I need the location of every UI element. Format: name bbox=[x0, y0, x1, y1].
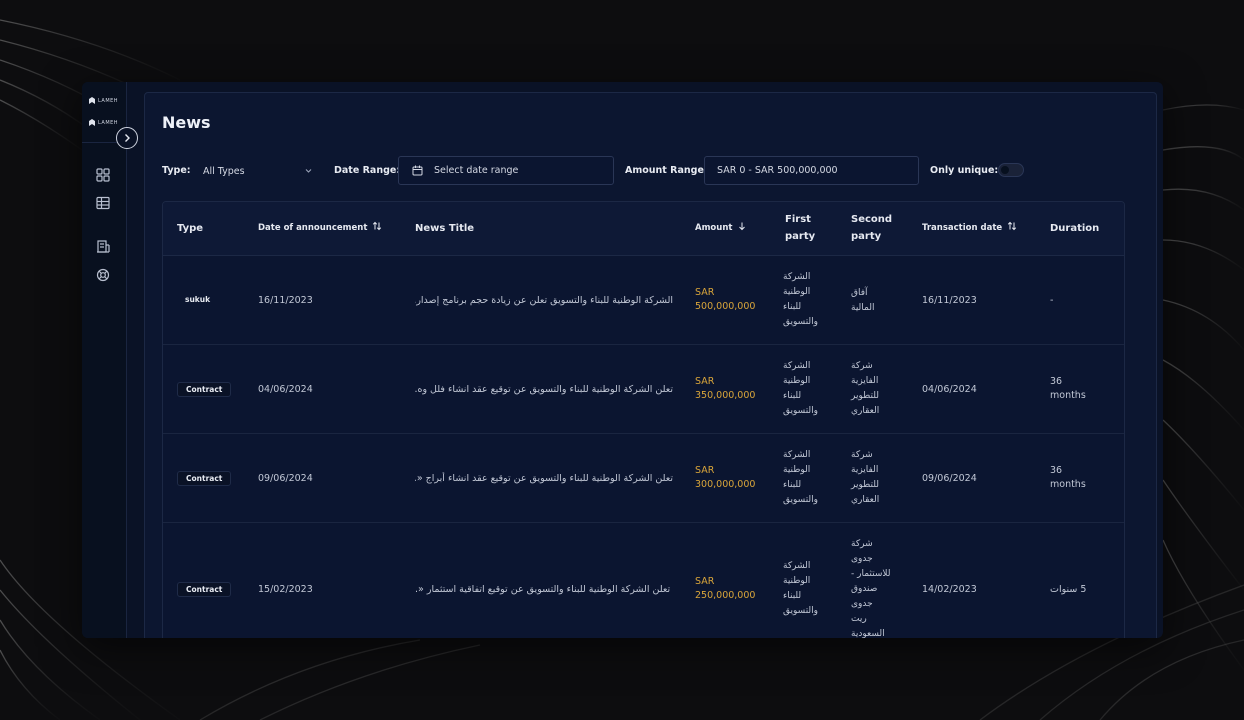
support-icon[interactable] bbox=[96, 268, 110, 282]
amount-range-value: SAR 0 - SAR 500,000,000 bbox=[717, 165, 838, 176]
amount-number: 250,000,000 bbox=[695, 590, 756, 601]
amount-range-label: Amount Range: bbox=[625, 165, 708, 176]
duration: 5 سنوات bbox=[1050, 584, 1087, 595]
column-header-transaction-date[interactable]: Transaction date bbox=[922, 220, 1017, 237]
table-icon[interactable] bbox=[96, 196, 110, 210]
amount-number: 300,000,000 bbox=[695, 479, 756, 490]
amount-number: 500,000,000 bbox=[695, 301, 756, 312]
column-header-date[interactable]: Date of announcement bbox=[258, 220, 382, 237]
date-range-placeholder: Select date range bbox=[434, 165, 519, 176]
type-badge: sukuk bbox=[185, 295, 211, 304]
first-party: الشركة الوطنية للبناء والتسويق bbox=[783, 561, 818, 616]
news-title[interactable]: تعلن الشركة الوطنية للبناء والتسويق عن ت… bbox=[415, 583, 673, 597]
calendar-icon bbox=[412, 165, 423, 176]
news-title[interactable]: الشركة الوطنية للبناء والتسويق تعلن عن ز… bbox=[415, 294, 673, 308]
amount-value: SAR 300,000,000 bbox=[695, 464, 755, 492]
building-icon[interactable] bbox=[96, 239, 110, 253]
type-badge: Contract bbox=[177, 382, 232, 397]
column-header-label: Duration bbox=[1050, 223, 1100, 234]
amount-currency: SAR bbox=[695, 465, 715, 476]
first-party: الشركة الوطنية للبناء والتسويق bbox=[783, 450, 818, 505]
column-header-amount[interactable]: Amount bbox=[695, 220, 747, 237]
column-header-duration[interactable]: Duration bbox=[1050, 220, 1099, 237]
page-title: News bbox=[162, 113, 211, 132]
column-header-label: Date of announcement bbox=[258, 223, 368, 233]
brand-logo-secondary[interactable]: LAMEH bbox=[89, 119, 118, 126]
brand-name: LAMEH bbox=[98, 97, 119, 104]
table-header: Type Date of announcement News Title Amo… bbox=[163, 202, 1124, 256]
news-table: Type Date of announcement News Title Amo… bbox=[162, 201, 1125, 638]
amount-range-input[interactable]: SAR 0 - SAR 500,000,000 bbox=[704, 156, 919, 185]
second-party: آفاق المالية bbox=[851, 288, 875, 313]
announcement-date: 09/06/2024 bbox=[258, 473, 313, 484]
column-header-label: Second party bbox=[851, 214, 893, 242]
brand-logo[interactable]: LAMEH bbox=[89, 97, 118, 104]
table-row[interactable]: sukuk 16/11/2023 الشركة الوطنية للبناء و… bbox=[163, 256, 1124, 345]
type-badge: Contract bbox=[177, 471, 232, 486]
column-header-label: News Title bbox=[415, 223, 475, 234]
dashboard-icon[interactable] bbox=[96, 168, 110, 182]
sidebar-collapse-button[interactable] bbox=[116, 127, 138, 149]
table-row[interactable]: Contract 09/06/2024 تعلن الشركة الوطنية … bbox=[163, 434, 1124, 523]
amount-currency: SAR bbox=[695, 376, 715, 387]
news-title[interactable]: تعلن الشركة الوطنية للبناء والتسويق عن ت… bbox=[415, 472, 673, 486]
announcement-date: 15/02/2023 bbox=[258, 584, 313, 595]
brand-logo-icon bbox=[89, 97, 95, 104]
type-filter-select[interactable]: All Types bbox=[199, 158, 317, 184]
filter-bar: Type: All Types Date Range: Select date … bbox=[162, 156, 1152, 186]
column-header-second-party[interactable]: Second party bbox=[851, 211, 903, 245]
transaction-date: 14/02/2023 bbox=[922, 584, 977, 595]
chevron-down-icon bbox=[305, 169, 312, 173]
second-party: شركة الفايزية للتطوير العقاري bbox=[851, 450, 880, 505]
column-header-label: Transaction date bbox=[922, 223, 1003, 233]
sort-icon[interactable] bbox=[372, 221, 382, 231]
news-title[interactable]: تعلن الشركة الوطنية للبناء والتسويق عن ت… bbox=[415, 383, 673, 397]
announcement-date: 04/06/2024 bbox=[258, 384, 313, 395]
brand-name: LAMEH bbox=[98, 119, 119, 126]
amount-value: SAR 500,000,000 bbox=[695, 286, 755, 314]
date-range-label: Date Range: bbox=[334, 165, 401, 176]
only-unique-toggle[interactable] bbox=[998, 163, 1024, 177]
amount-value: SAR 250,000,000 bbox=[695, 575, 755, 603]
toggle-knob bbox=[1001, 166, 1009, 174]
column-header-first-party[interactable]: First party bbox=[785, 211, 835, 245]
date-range-picker[interactable]: Select date range bbox=[398, 156, 614, 185]
second-party: شركة الفايزية للتطوير العقاري bbox=[851, 361, 880, 416]
chevron-right-icon bbox=[125, 134, 130, 142]
transaction-date: 16/11/2023 bbox=[922, 295, 977, 306]
column-header-label: First party bbox=[785, 214, 816, 242]
type-badge: Contract bbox=[177, 582, 232, 597]
type-filter-value: All Types bbox=[203, 165, 245, 177]
amount-currency: SAR bbox=[695, 576, 715, 587]
column-header-label: Amount bbox=[695, 223, 733, 233]
column-header-type[interactable]: Type bbox=[177, 220, 203, 237]
column-header-label: Type bbox=[177, 223, 204, 234]
duration: 36 months bbox=[1050, 376, 1086, 401]
type-filter-label: Type: bbox=[162, 165, 191, 176]
second-party: شركة جدوى للاستثمار - صندوق جدوى ريت الس… bbox=[851, 539, 891, 638]
first-party: الشركة الوطنية للبناء والتسويق bbox=[783, 272, 818, 327]
duration: - bbox=[1050, 295, 1054, 306]
main-content: News Type: All Types Date Range: Select … bbox=[144, 92, 1157, 638]
amount-currency: SAR bbox=[695, 287, 715, 298]
amount-number: 350,000,000 bbox=[695, 390, 756, 401]
announcement-date: 16/11/2023 bbox=[258, 295, 313, 306]
sort-icon[interactable] bbox=[1007, 221, 1017, 231]
app-window: LAMEH LAMEH News Type: All Types Date Ra… bbox=[82, 82, 1163, 638]
arrow-down-icon[interactable] bbox=[737, 221, 747, 231]
duration: 36 months bbox=[1050, 465, 1086, 490]
column-header-title[interactable]: News Title bbox=[415, 220, 474, 237]
first-party: الشركة الوطنية للبناء والتسويق bbox=[783, 361, 818, 416]
transaction-date: 09/06/2024 bbox=[922, 473, 977, 484]
amount-value: SAR 350,000,000 bbox=[695, 375, 755, 403]
table-row[interactable]: Contract 04/06/2024 تعلن الشركة الوطنية … bbox=[163, 345, 1124, 434]
table-row[interactable]: Contract 15/02/2023 تعلن الشركة الوطنية … bbox=[163, 523, 1124, 638]
only-unique-label: Only unique: bbox=[930, 165, 999, 176]
transaction-date: 04/06/2024 bbox=[922, 384, 977, 395]
sidebar: LAMEH LAMEH bbox=[82, 82, 127, 638]
brand-logo-icon bbox=[89, 119, 95, 126]
